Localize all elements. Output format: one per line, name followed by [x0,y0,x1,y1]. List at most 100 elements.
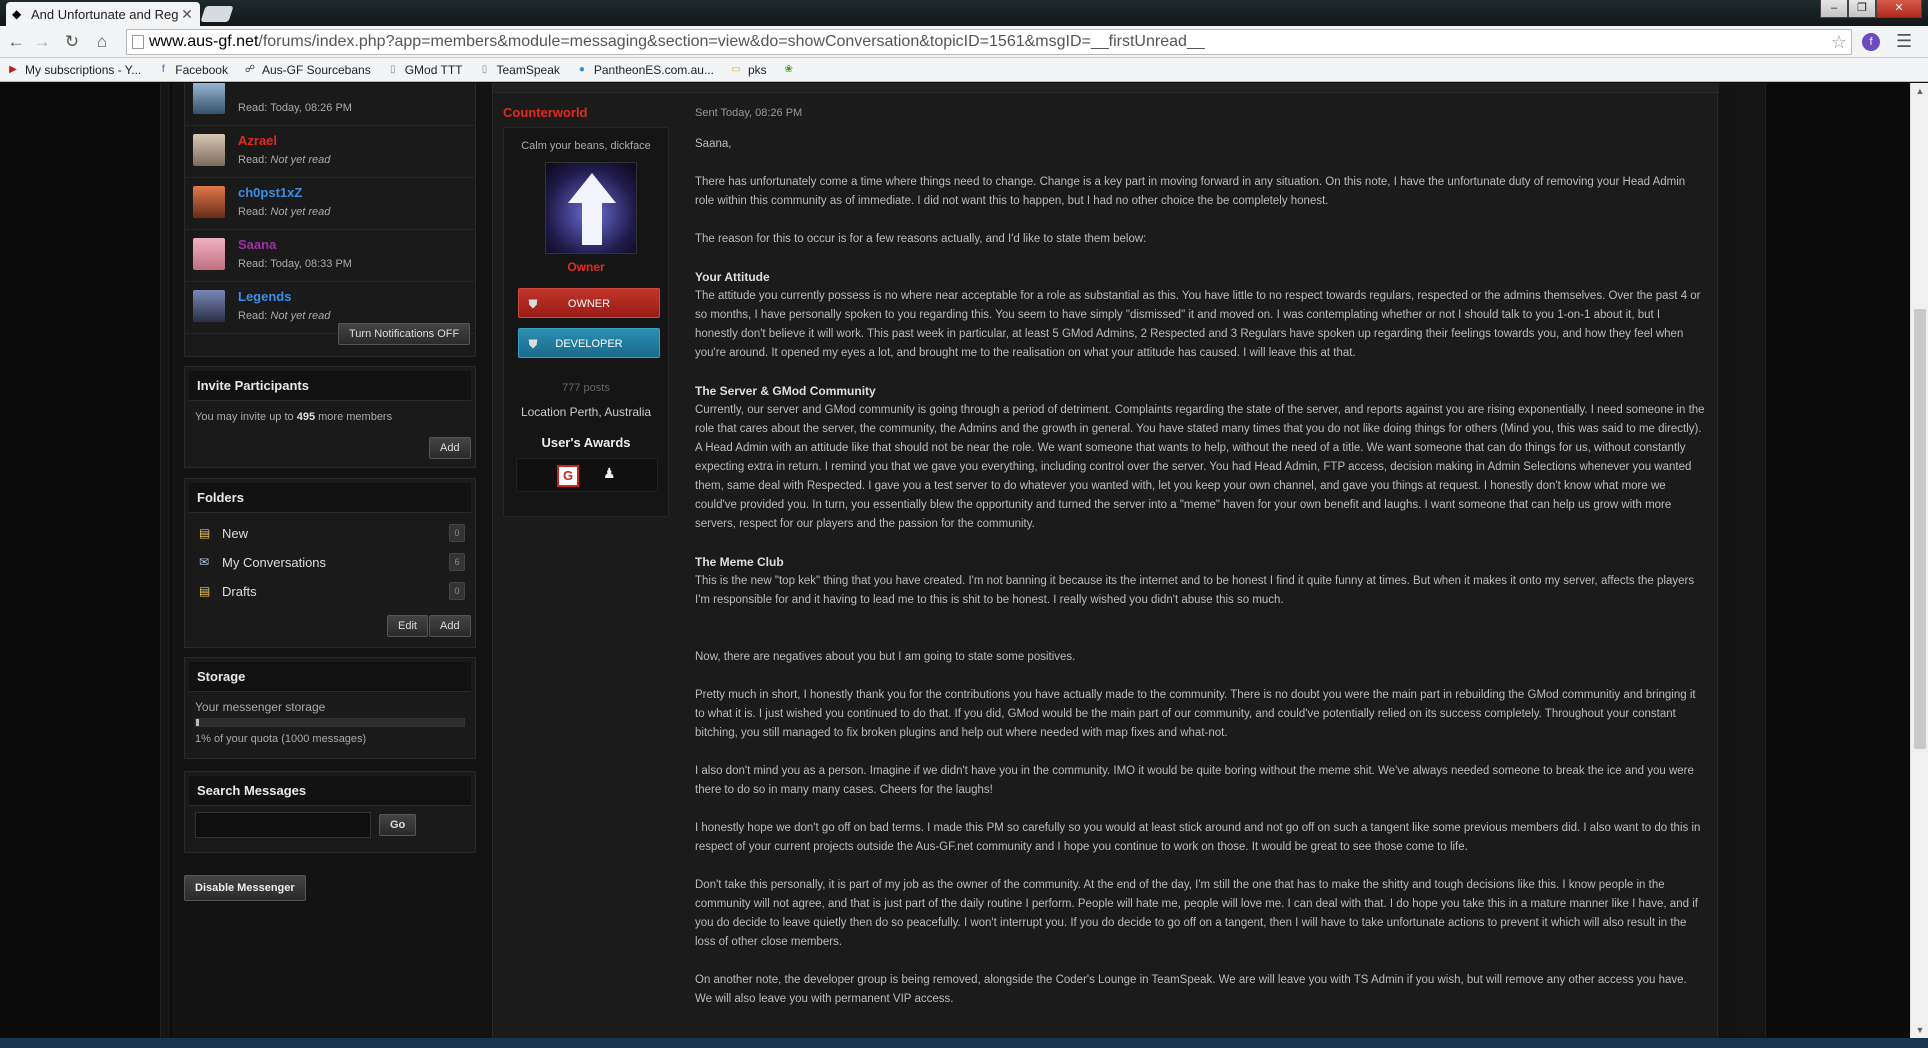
close-tab-icon[interactable]: ✕ [180,6,194,23]
greeting: Saana, [695,138,732,150]
member-title: Calm your beans, dickface [521,140,651,152]
folder-my-conversations[interactable]: ✉ My Conversations 6 [185,548,475,577]
scroll-up-icon[interactable]: ▲ [1911,83,1928,99]
participant-name[interactable]: Saana [238,237,276,252]
bookmark-star-icon[interactable]: ☆ [1831,30,1847,54]
member-location: Location Perth, Australia [520,405,652,419]
shield-icon: ⛊ [528,337,538,351]
youtube-icon: ▶ [9,63,17,75]
window-controls: – ❐ ✕ [1820,0,1922,18]
folder-drafts[interactable]: ▤ Drafts 0 [185,577,475,606]
paragraph: Don't take this personally, it is part o… [695,879,1698,948]
section-heading: The Meme Club [695,555,784,569]
search-go-button[interactable]: Go [379,814,417,836]
drafts-icon: ▤ [199,584,211,598]
folders-title: Folders [189,483,471,513]
disable-messenger-button[interactable]: Disable Messenger [184,875,306,901]
folders-add-button[interactable]: Add [429,615,471,637]
os-taskbar [0,1038,1928,1048]
invite-add-button[interactable]: Add [429,437,471,459]
author-name-link[interactable]: Counterworld [503,105,588,120]
page: Read: Today, 08:26 PM Azrael Read: Not yet… [0,83,1910,1038]
participant-name[interactable]: Azrael [238,133,277,148]
page-icon [132,35,144,49]
award-figure-icon[interactable]: ♟ [603,465,616,487]
sent-timestamp: Sent Today, 08:26 PM [695,107,803,119]
message-post: Counterworld Sent Today, 08:26 PM Calm y… [492,83,1719,1038]
award-badge-icon[interactable]: G [557,465,579,487]
storage-title: Storage [189,662,471,692]
reload-icon[interactable]: ↻ [62,32,82,52]
back-icon[interactable]: ← [6,32,26,52]
close-window-button[interactable]: ✕ [1876,0,1922,18]
search-title: Search Messages [189,776,471,806]
tab-strip: ◆ And Unfortunate and Reg ✕ – ❐ ✕ [0,0,1928,26]
participant-read-status: Read: Today, 08:33 PM [238,258,352,270]
address-bar[interactable]: www.aus-gf.net/forums/index.php?app=memb… [126,29,1852,55]
author-avatar[interactable] [545,162,637,254]
browser-tab[interactable]: ◆ And Unfortunate and Reg ✕ [6,2,200,26]
bookmark-item[interactable]: ▭ pks [729,63,766,77]
page-scrollbar[interactable]: ▲ ▼ [1910,83,1928,1038]
page-icon: ▯ [481,63,488,75]
bookmark-item[interactable]: f Facebook [156,63,228,77]
invite-text: You may invite up to 495 more members [195,411,393,423]
bookmark-item[interactable]: ▶ My subscriptions - Y... [6,63,141,77]
participant-avatar[interactable] [193,290,225,322]
minimize-button[interactable]: – [1820,0,1848,18]
bookmark-extension-icon[interactable]: ❀ [782,63,801,77]
bookmark-item[interactable]: ☍ Aus-GF Sourcebans [243,63,371,77]
search-input[interactable] [195,812,371,838]
url-path: /forums/index.php?app=members&module=mes… [258,33,1205,50]
tab-title: And Unfortunate and Reg [31,6,179,22]
scroll-down-icon[interactable]: ▼ [1911,1022,1928,1038]
section-heading: The Server & GMod Community [695,384,876,398]
participant-avatar[interactable] [193,238,225,270]
paragraph: Now, there are negatives about you but I… [695,651,1076,663]
storage-progress-fill [196,719,199,726]
paragraph: I also don't mind you as a person. Imagi… [695,765,1694,796]
participant-row: Read: Today, 08:26 PM [185,83,475,126]
bookmark-item[interactable]: ▯ TeamSpeak [478,63,560,77]
participant-row: ch0pst1xZ Read: Not yet read [185,178,475,230]
bookmark-item[interactable]: ▯ GMod TTT [386,63,463,77]
participant-row: Saana Read: Today, 08:33 PM [185,230,475,282]
facebook-icon: f [161,63,165,75]
awards-heading: User's Awards [541,435,631,450]
chrome-menu-icon[interactable]: ☰ [1896,31,1912,52]
bookmark-item[interactable]: ● PantheonES.com.au... [575,63,714,77]
storage-progress-bar [195,718,465,727]
home-icon[interactable]: ⌂ [92,32,112,52]
participants-panel: Read: Today, 08:26 PM Azrael Read: Not yet… [184,83,476,357]
shield-icon: ⛊ [528,297,538,311]
message-body: Saana, There has unfortunately come a ti… [695,135,1705,1028]
scrollbar-thumb[interactable] [1914,309,1926,749]
forward-icon[interactable]: → [32,32,52,52]
paragraph: Currently, our server and GMod community… [695,404,1705,530]
participant-avatar[interactable] [193,186,225,218]
participant-name[interactable]: ch0pst1xZ [238,185,302,200]
paragraph: There has unfortunately come a time wher… [695,176,1686,207]
owner-badge: ⛊ OWNER [518,288,660,318]
paragraph: This is the new "top kek" thing that you… [695,575,1695,606]
maximize-button[interactable]: ❐ [1848,0,1876,18]
folders-panel: Folders ▤ New 0 ✉ My Conversations 6 ▤ D… [184,478,476,648]
navigation-bar: ← → ↻ ⌂ www.aus-gf.net/forums/index.php?… [0,26,1928,58]
extension-icon[interactable]: f [1862,33,1880,51]
page-border-right [1740,83,1766,1038]
folder-new[interactable]: ▤ New 0 [185,519,475,548]
participant-avatar[interactable] [193,83,225,114]
participant-avatar[interactable] [193,134,225,166]
member-group: Owner [567,260,605,274]
paragraph: The attitude you currently possess is no… [695,290,1701,359]
participant-name[interactable]: Legends [238,289,291,304]
folder-count: 0 [449,582,465,600]
paragraph: The reason for this to occur is for a fe… [695,233,1147,245]
notifications-toggle-button[interactable]: Turn Notifications OFF [338,323,471,345]
folders-edit-button[interactable]: Edit [387,615,428,637]
new-tab-button[interactable] [200,6,234,22]
storage-label: Your messenger storage [195,700,326,714]
search-panel: Search Messages Go [184,771,476,853]
participant-read-status: Read: Not yet read [238,310,331,322]
